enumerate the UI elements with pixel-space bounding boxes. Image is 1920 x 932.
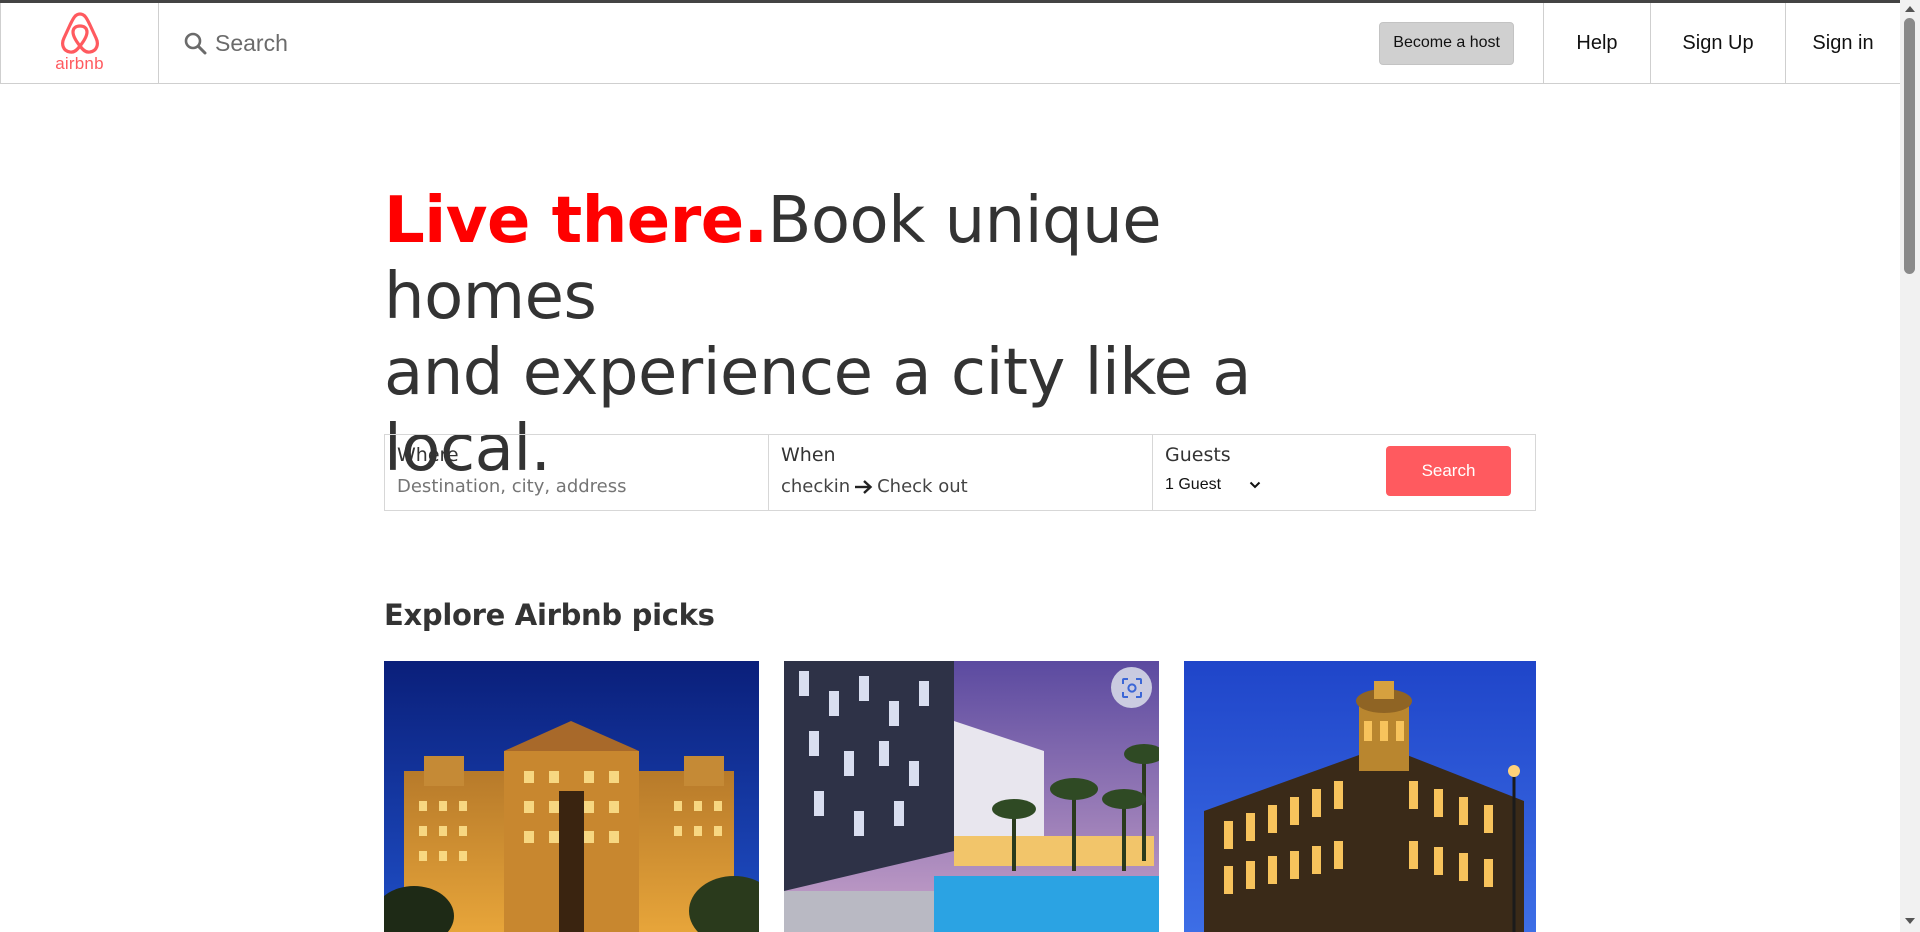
visual-search-icon xyxy=(1121,677,1142,698)
search-submit-button[interactable]: Search xyxy=(1386,446,1511,496)
host-button-wrap: Become a host xyxy=(1379,3,1543,83)
guests-value: 1 Guest xyxy=(1165,476,1222,493)
chevron-down-icon xyxy=(1249,481,1261,489)
search-icon xyxy=(184,32,207,55)
pick-card-2[interactable] xyxy=(784,661,1159,932)
nav-signup-link[interactable]: Sign Up xyxy=(1650,3,1785,84)
become-host-button[interactable]: Become a host xyxy=(1379,21,1514,65)
arrow-right-icon xyxy=(855,479,873,494)
where-field[interactable]: Where xyxy=(385,435,769,510)
pick-image-3 xyxy=(1184,661,1536,932)
booking-search-form: Where When checkin Check out Guests 1 Gu… xyxy=(384,434,1536,511)
logo-link[interactable]: airbnb xyxy=(0,3,159,83)
when-field[interactable]: When checkin Check out xyxy=(769,435,1153,510)
date-range: checkin Check out xyxy=(781,476,1140,497)
pick-card-3[interactable] xyxy=(1184,661,1536,932)
page-scrollbar[interactable] xyxy=(1900,0,1920,932)
where-label: Where xyxy=(397,444,459,466)
scroll-thumb[interactable] xyxy=(1904,18,1915,274)
logo-text: airbnb xyxy=(55,54,104,73)
pick-image-2 xyxy=(784,661,1159,932)
pick-image-1 xyxy=(384,661,759,932)
when-label: When xyxy=(781,444,836,466)
pick-card-1[interactable] xyxy=(384,661,759,932)
hero-accent: Live there. xyxy=(384,184,768,258)
explore-title: Explore Airbnb picks xyxy=(384,598,715,632)
header-search xyxy=(159,3,1379,83)
scroll-down-arrow-icon[interactable] xyxy=(1905,918,1915,924)
visual-search-button[interactable] xyxy=(1111,667,1152,708)
airbnb-logo-icon xyxy=(60,12,99,54)
site-header: airbnb Become a host Help Sign Up Sign i… xyxy=(0,3,1900,84)
nav-help-link[interactable]: Help xyxy=(1543,3,1650,84)
scroll-up-arrow-icon[interactable] xyxy=(1905,6,1915,12)
where-input[interactable] xyxy=(397,476,727,497)
header-search-input[interactable] xyxy=(213,28,913,58)
checkout-input[interactable]: Check out xyxy=(877,476,968,497)
nav-signin-link[interactable]: Sign in xyxy=(1785,3,1900,84)
checkin-input[interactable]: checkin xyxy=(781,476,850,497)
